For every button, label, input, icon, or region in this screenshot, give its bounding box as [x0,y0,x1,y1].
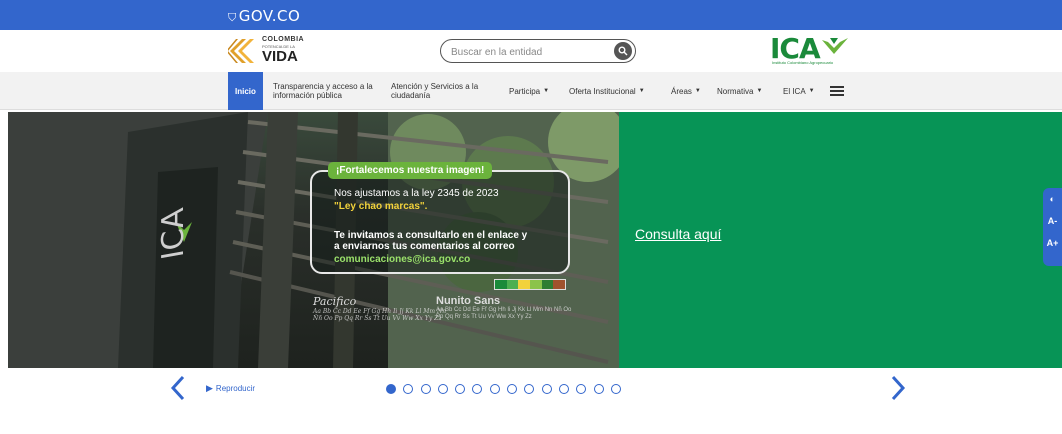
text-decrease-icon: A- [1047,216,1058,226]
search-box [440,39,636,63]
carousel-dot[interactable] [610,384,621,394]
carousel-dot[interactable] [437,384,448,394]
search-input[interactable] [451,44,601,60]
nav-item-areas[interactable]: Áreas ▼ [671,72,701,110]
hero-carousel: ICA ¡Fortalecemos nuestra imagen! Nos aj… [8,112,1062,368]
nav-item-participa[interactable]: Participa ▼ [509,72,549,110]
carousel-dot[interactable] [507,384,518,394]
search-icon [618,46,628,56]
chevron-down-icon: ▼ [543,87,550,94]
ica-logo[interactable]: ICA Instituto Colombiano Agropecuario [770,32,860,70]
carousel-dot[interactable] [576,384,587,394]
carousel-dot[interactable] [455,384,466,394]
site-header: COLOMBIA POTENCIA DE LA VIDA ICA Institu… [0,30,1062,72]
menu-icon[interactable] [830,86,844,96]
font-sample-nunito: Nunito Sans Aa Bb Cc Dd Ee Ff Gg Hh Ii J… [436,295,572,320]
carousel-dot[interactable] [558,384,569,394]
colombia-label: COLOMBIA [262,36,305,43]
carousel-dots [386,384,628,394]
nav-item-atencion[interactable]: Atención y Servicios a la ciudadanía [391,72,499,110]
carousel-dot[interactable] [489,384,500,394]
nav-item-normativa[interactable]: Normativa ▼ [717,72,762,110]
chevron-down-icon: ▼ [808,87,815,94]
increase-font-button[interactable]: A+ [1043,232,1062,254]
contact-email: comunicaciones@ica.gov.co [334,254,471,265]
carousel-dot[interactable] [541,384,552,394]
ica-leaf-icon [822,38,848,54]
colombia-mark-icon [228,39,254,63]
law-text: Nos ajustamos a la ley 2345 de 2023 [334,188,499,199]
consulta-aqui-link[interactable]: Consulta aquí [635,226,721,242]
main-nav: Inicio Transparencia y acceso a la infor… [0,72,1062,110]
chevron-down-icon: ▼ [694,87,701,94]
invite-text: Te invitamos a consultarlo en el enlace … [334,230,528,241]
building-sign-text: ICA [156,205,191,262]
text-increase-icon: A+ [1046,238,1059,248]
chevron-left-icon[interactable] [168,374,188,402]
chevron-down-icon: ▼ [638,87,645,94]
chevron-down-icon: ▼ [756,87,763,94]
decrease-font-button[interactable]: A- [1043,210,1062,232]
play-icon: ▶ [206,383,213,393]
chevron-right-icon[interactable] [888,374,908,402]
contrast-icon: ◐ [1049,194,1056,204]
invite-text-2: a enviarnos tus comentarios al correo [334,241,515,252]
banner-image[interactable]: ICA ¡Fortalecemos nuestra imagen! Nos aj… [8,112,619,368]
banner-green-panel: Consulta aquí [619,112,1062,368]
carousel-dot[interactable] [593,384,604,394]
font-sample-pacifico: Pacifico Aa Bb Cc Dd Ee Ff Gg Hh Ii Jj K… [313,295,447,322]
carousel-dot[interactable] [403,384,414,394]
shield-icon: ⛉ [228,11,237,24]
announcement-badge: ¡Fortalecemos nuestra imagen! [328,162,493,179]
color-palette-strip [494,279,566,290]
carousel-controls: ▶ Reproducir [0,372,1062,406]
play-button[interactable]: ▶ Reproducir [206,383,255,394]
vida-label: VIDA [262,48,298,65]
nav-item-el-ica[interactable]: El ICA ▼ [783,72,815,110]
gov-co-link[interactable]: ⛉ GOV.CO [228,7,300,25]
carousel-dot[interactable] [524,384,535,394]
contrast-toggle[interactable]: ◐ [1043,188,1062,210]
carousel-dot[interactable] [420,384,431,394]
law-name: "Ley chao marcas". [334,201,428,212]
ica-subtitle: Instituto Colombiano Agropecuario [772,60,834,65]
accessibility-toolbar: ◐ A- A+ [1043,188,1062,266]
nav-item-inicio[interactable]: Inicio [228,72,263,110]
carousel-dot[interactable] [386,384,396,394]
nav-item-oferta[interactable]: Oferta Institucional ▼ [569,72,645,110]
announcement-card: ¡Fortalecemos nuestra imagen! Nos ajusta… [310,162,570,274]
gov-bar: ⛉ GOV.CO [0,0,1062,30]
nav-item-transparencia[interactable]: Transparencia y acceso a la información … [273,72,383,110]
search-button[interactable] [614,42,632,60]
carousel-dot[interactable] [472,384,483,394]
colombia-potencia-logo[interactable]: COLOMBIA POTENCIA DE LA VIDA [228,36,318,66]
